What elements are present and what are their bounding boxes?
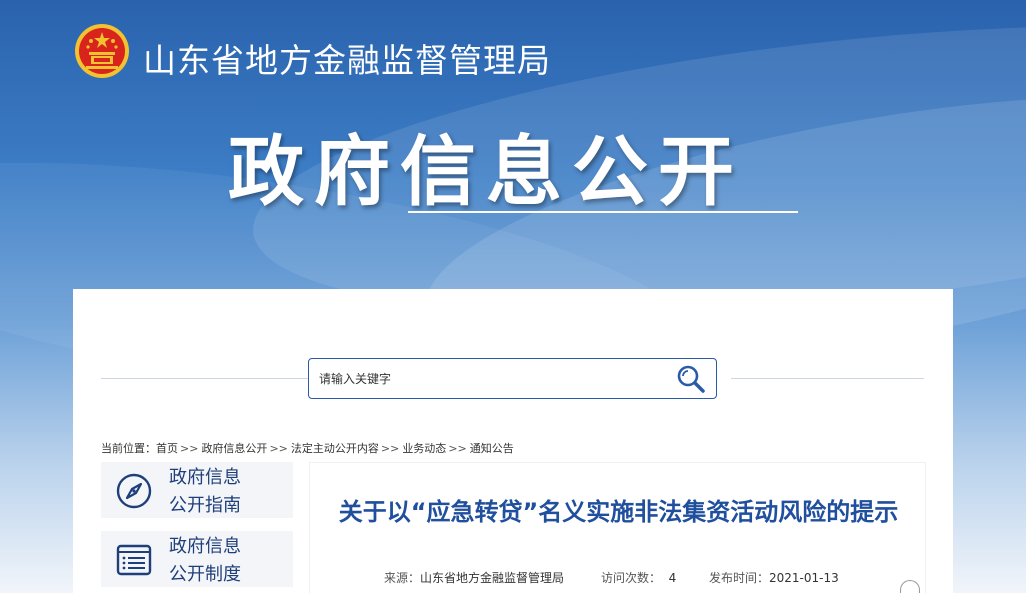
meta-value: 4	[668, 571, 677, 585]
sidebar-item-disclosure-guide[interactable]: 政府信息 公开指南	[101, 462, 293, 518]
article-visits: 访问次数： 4	[601, 569, 676, 586]
search-input[interactable]	[319, 367, 659, 391]
breadcrumb-item-business-news[interactable]: 业务动态	[402, 442, 446, 455]
hero-underline	[408, 211, 798, 213]
meta-label: 发布时间：	[709, 571, 770, 585]
label-line: 政府信息	[169, 536, 241, 557]
meta-label: 访问次数：	[601, 571, 662, 585]
page-hero-title: 政府信息公开	[228, 127, 744, 216]
sidebar-item-label: 政府信息 公开指南	[169, 464, 241, 520]
article-source: 来源：山东省地方金融监督管理局	[384, 569, 564, 586]
sidebar-item-disclosure-rules[interactable]: 政府信息 公开制度	[101, 531, 293, 587]
breadcrumb-label: 当前位置：	[101, 442, 156, 455]
meta-label: 来源：	[384, 571, 421, 585]
breadcrumb-separator: >>	[269, 442, 288, 455]
breadcrumb-item-statutory-content[interactable]: 法定主动公开内容	[291, 442, 379, 455]
breadcrumb-item-home[interactable]: 首页	[156, 442, 178, 455]
label-line: 政府信息	[169, 467, 241, 488]
document-list-icon	[115, 541, 153, 579]
divider	[731, 378, 924, 379]
article-title: 关于以“应急转贷”名义实施非法集资活动风险的提示	[338, 498, 899, 526]
breadcrumb-item-notices[interactable]: 通知公告	[470, 442, 514, 455]
label-line: 公开指南	[169, 495, 241, 516]
site-title[interactable]: 山东省地方金融监督管理局	[143, 34, 551, 82]
compass-icon	[115, 472, 153, 510]
meta-value: 山东省地方金融监督管理局	[420, 571, 565, 585]
search-box	[308, 358, 717, 399]
article-date: 发布时间：2021-01-13	[709, 569, 839, 586]
breadcrumb-separator: >>	[448, 442, 467, 455]
breadcrumb-separator: >>	[380, 442, 400, 455]
article-card: 关于以“应急转贷”名义实施非法集资活动风险的提示 来源：山东省地方金融监督管理局…	[309, 462, 926, 593]
share-icon[interactable]	[900, 580, 920, 593]
sidebar-item-label: 政府信息 公开制度	[169, 533, 241, 589]
label-line: 公开制度	[169, 564, 241, 585]
divider	[101, 378, 309, 379]
breadcrumb-separator: >>	[180, 442, 199, 455]
meta-value: 2021-01-13	[769, 571, 839, 585]
breadcrumb: 当前位置：首页 >> 政府信息公开 >> 法定主动公开内容 >> 业务动态 >> 通知公告	[101, 440, 514, 456]
breadcrumb-item-info-disclosure[interactable]: 政府信息公开	[201, 442, 267, 455]
national-emblem-icon	[74, 23, 130, 79]
search-icon[interactable]	[676, 364, 706, 394]
content-panel: 当前位置：首页>>政府信息公开>>法定主动公开内容>>业务动态>>通知公告 政府…	[73, 289, 953, 593]
